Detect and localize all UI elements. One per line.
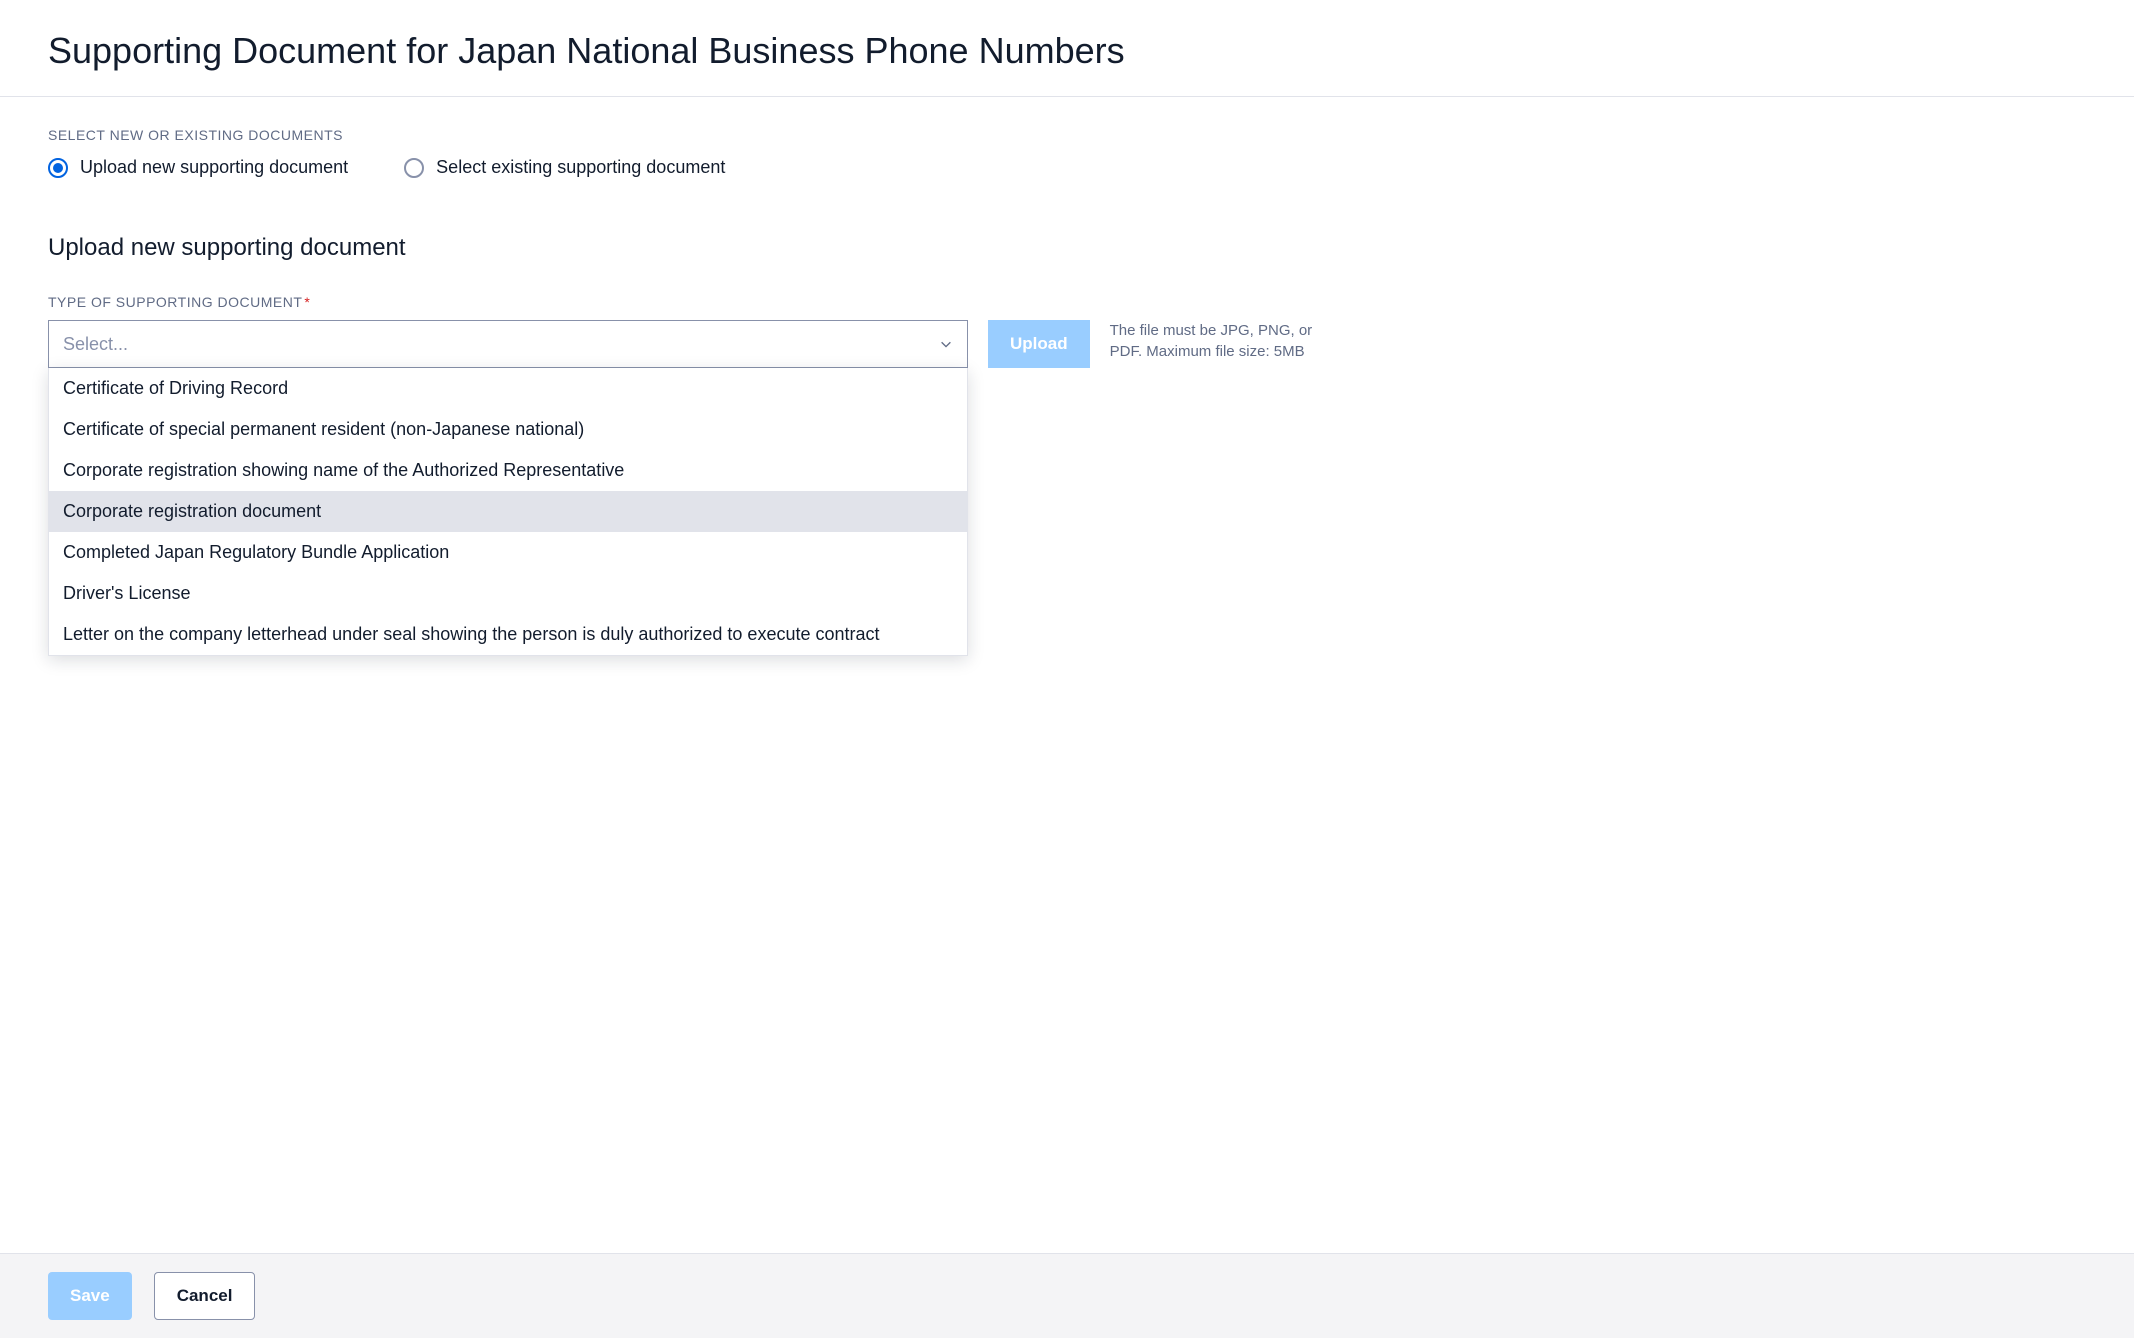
radio-label-upload-new: Upload new supporting document (80, 157, 348, 178)
radio-label-select-existing: Select existing supporting document (436, 157, 725, 178)
radio-icon-selected (48, 158, 68, 178)
document-type-dropdown: Certificate of Driving RecordCertificate… (48, 368, 968, 656)
dropdown-option[interactable]: Corporate registration document (49, 491, 967, 532)
radio-group: Upload new supporting document Select ex… (48, 157, 2086, 178)
chevron-down-icon (939, 337, 953, 351)
field-label-type: TYPE OF SUPPORTING DOCUMENT* (48, 294, 2086, 310)
dropdown-option[interactable]: Letter on the company letterhead under s… (49, 614, 967, 655)
radio-upload-new[interactable]: Upload new supporting document (48, 157, 348, 178)
radio-icon-unselected (404, 158, 424, 178)
upload-hint: The file must be JPG, PNG, or PDF. Maxim… (1110, 320, 1320, 362)
dropdown-option[interactable]: Completed Japan Regulatory Bundle Applic… (49, 532, 967, 573)
radio-select-existing[interactable]: Select existing supporting document (404, 157, 725, 178)
upload-button[interactable]: Upload (988, 320, 1090, 368)
dropdown-option[interactable]: Certificate of Driving Record (49, 368, 967, 409)
required-indicator: * (304, 294, 310, 310)
cancel-button[interactable]: Cancel (154, 1272, 256, 1320)
footer-bar: Save Cancel (0, 1253, 2134, 1338)
select-placeholder: Select... (63, 334, 128, 355)
dropdown-option[interactable]: Corporate registration showing name of t… (49, 450, 967, 491)
save-button[interactable]: Save (48, 1272, 132, 1320)
document-type-select[interactable]: Select... (48, 320, 968, 368)
section-heading: Upload new supporting document (48, 234, 2086, 262)
page-title: Supporting Document for Japan National B… (0, 0, 2134, 97)
dropdown-option[interactable]: Driver's License (49, 573, 967, 614)
dropdown-option[interactable]: Certificate of special permanent residen… (49, 409, 967, 450)
radio-section-label: SELECT NEW OR EXISTING DOCUMENTS (48, 127, 2086, 143)
